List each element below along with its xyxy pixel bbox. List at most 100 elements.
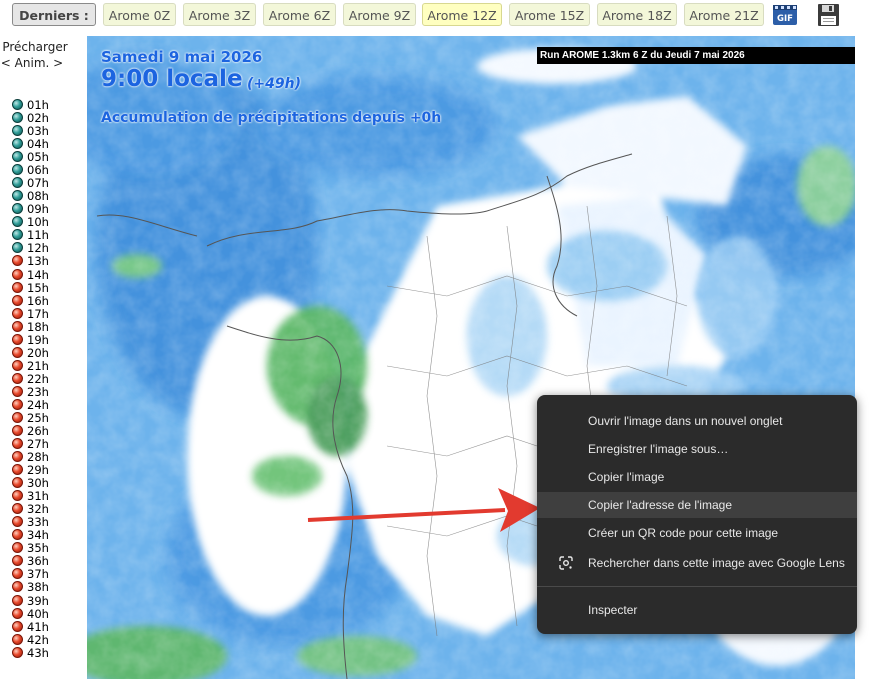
red-ball-icon [12,646,23,658]
hour-link-18h[interactable]: 18h [12,319,49,334]
red-ball-icon [12,516,23,528]
red-ball-icon [12,594,23,606]
hour-link-42h[interactable]: 42h [12,632,49,647]
run-button-arome-18z[interactable]: Arome 18Z [597,3,677,26]
hour-link-11h[interactable]: 11h [12,229,49,242]
run-button-arome-0z[interactable]: Arome 0Z [103,3,176,26]
red-ball-icon [12,281,23,293]
hour-link-38h[interactable]: 38h [12,581,49,594]
red-ball-icon [12,542,23,554]
hour-label: 35h [27,541,49,556]
hour-link-06h[interactable]: 06h [12,164,49,177]
hour-link-29h[interactable]: 29h [12,464,49,477]
hour-label: 09h [27,202,49,217]
teal-ball-icon [12,164,23,176]
menu-search-google-lens[interactable]: Rechercher dans cette image avec Google … [537,550,857,576]
hour-link-34h[interactable]: 34h [12,529,49,542]
hour-link-02h[interactable]: 02h [12,112,49,125]
context-menu: Ouvrir l'image dans un nouvel onglet Enr… [537,395,857,634]
hour-label: 20h [27,345,49,360]
hour-link-17h[interactable]: 17h [12,307,49,321]
hour-link-24h[interactable]: 24h [12,397,49,412]
hour-link-04h[interactable]: 04h [12,138,49,151]
teal-ball-icon [12,138,23,150]
red-ball-icon [12,398,23,410]
red-ball-icon [12,477,23,489]
hour-label: 24h [27,397,49,412]
hour-link-31h[interactable]: 31h [12,490,49,503]
hour-label: 42h [27,632,49,647]
hour-label: 08h [27,189,49,204]
red-arrow-annotation [307,488,540,532]
menu-copy-image[interactable]: Copier l'image [537,464,857,490]
menu-create-qr-code[interactable]: Créer un QR code pour cette image [537,520,857,546]
red-ball-icon [12,568,23,580]
forecast-offset: (+49h) [247,76,301,92]
menu-open-image-new-tab[interactable]: Ouvrir l'image dans un nouvel onglet [537,408,857,434]
red-ball-icon [12,438,23,450]
hour-label: 03h [27,124,49,139]
hour-label: 02h [27,111,49,126]
red-ball-icon [12,255,23,267]
hour-link-25h[interactable]: 25h [12,410,49,425]
hour-label: 16h [27,293,49,308]
run-info-banner: Run AROME 1.3km 6 Z du Jeudi 7 mai 2026 [537,47,855,64]
hour-label: 06h [27,163,49,178]
gif-film-icon[interactable]: GIF [771,2,799,28]
hour-label: 23h [27,384,49,399]
floppy-disk-icon[interactable] [814,2,842,28]
teal-ball-icon [12,125,23,137]
hour-label: 33h [27,515,49,530]
hour-label: 25h [27,410,49,425]
hour-link-43h[interactable]: 43h [12,646,49,660]
red-ball-icon [12,372,23,384]
menu-copy-image-address[interactable]: Copier l'adresse de l'image [537,492,857,518]
hour-link-13h[interactable]: 13h [12,255,49,268]
run-button-arome-6z[interactable]: Arome 6Z [263,3,336,26]
hour-label: 13h [27,254,49,269]
hour-label: 14h [27,267,49,282]
forecast-date: Samedi 9 mai 2026 [101,48,263,66]
hour-label: 36h [27,554,49,569]
anim-toggle[interactable]: < Anim. > [0,56,64,70]
red-ball-icon [12,529,23,541]
hour-link-20h[interactable]: 20h [12,345,49,360]
hour-link-27h[interactable]: 27h [12,438,49,451]
menu-inspect[interactable]: Inspecter [537,597,857,623]
menu-search-google-lens-label: Rechercher dans cette image avec Google … [588,556,845,570]
hour-label: 18h [27,319,49,334]
hour-label: 10h [27,215,49,230]
hour-label: 37h [27,567,49,582]
run-button-arome-3z[interactable]: Arome 3Z [183,3,256,26]
run-button-arome-15z[interactable]: Arome 15Z [509,3,590,26]
map-caption: Accumulation de précipitations depuis +0… [101,110,442,126]
hour-link-09h[interactable]: 09h [12,203,49,216]
hour-label: 21h [27,358,49,373]
menu-save-image-as[interactable]: Enregistrer l'image sous… [537,436,857,462]
teal-ball-icon [12,190,23,202]
hour-label: 40h [27,606,49,621]
hour-link-40h[interactable]: 40h [12,606,49,621]
hour-link-15h[interactable]: 15h [12,281,49,295]
hour-label: 11h [27,228,49,243]
hour-link-33h[interactable]: 33h [12,516,49,529]
hour-label: 41h [27,619,49,634]
red-ball-icon [12,503,23,515]
hour-label: 34h [27,528,49,543]
precharger-label[interactable]: Précharger [0,40,70,54]
hour-label: 27h [27,437,49,452]
red-ball-icon [12,385,23,397]
run-button-arome-9z[interactable]: Arome 9Z [343,3,416,26]
red-ball-icon [12,346,23,358]
run-button-arome-21z[interactable]: Arome 21Z [684,3,764,26]
toolbar: Derniers : Arome 0Z Arome 3Z Arome 6Z Ar… [0,0,869,32]
teal-ball-icon [12,99,23,110]
derniers-button[interactable]: Derniers : [12,3,96,26]
red-ball-icon [12,633,23,645]
hour-label: 32h [27,502,49,517]
hour-link-22h[interactable]: 22h [12,372,49,386]
hour-link-36h[interactable]: 36h [12,555,49,568]
hour-label: 04h [27,137,49,152]
hour-link-08h[interactable]: 08h [12,190,49,203]
run-button-arome-12z[interactable]: Arome 12Z [422,3,502,26]
